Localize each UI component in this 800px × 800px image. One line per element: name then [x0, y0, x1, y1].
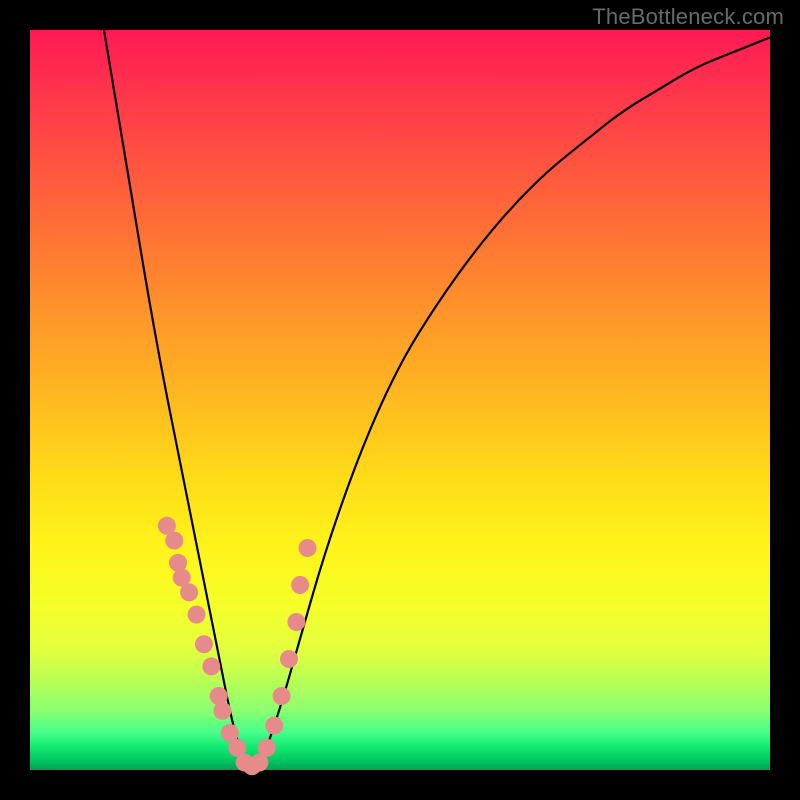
- data-point: [188, 606, 206, 624]
- chart-svg: [30, 30, 770, 770]
- watermark-text: TheBottleneck.com: [592, 4, 784, 30]
- data-point: [213, 702, 231, 720]
- plot-area: [30, 30, 770, 770]
- data-points-group: [158, 517, 317, 776]
- chart-container: TheBottleneck.com: [0, 0, 800, 800]
- data-point: [287, 613, 305, 631]
- data-point: [273, 687, 291, 705]
- data-point: [280, 650, 298, 668]
- data-point: [291, 576, 309, 594]
- data-point: [265, 717, 283, 735]
- data-point: [180, 583, 198, 601]
- data-point: [165, 532, 183, 550]
- data-point: [299, 539, 317, 557]
- bottleneck-curve: [104, 30, 770, 768]
- data-point: [195, 635, 213, 653]
- data-point: [202, 657, 220, 675]
- data-point: [258, 739, 276, 757]
